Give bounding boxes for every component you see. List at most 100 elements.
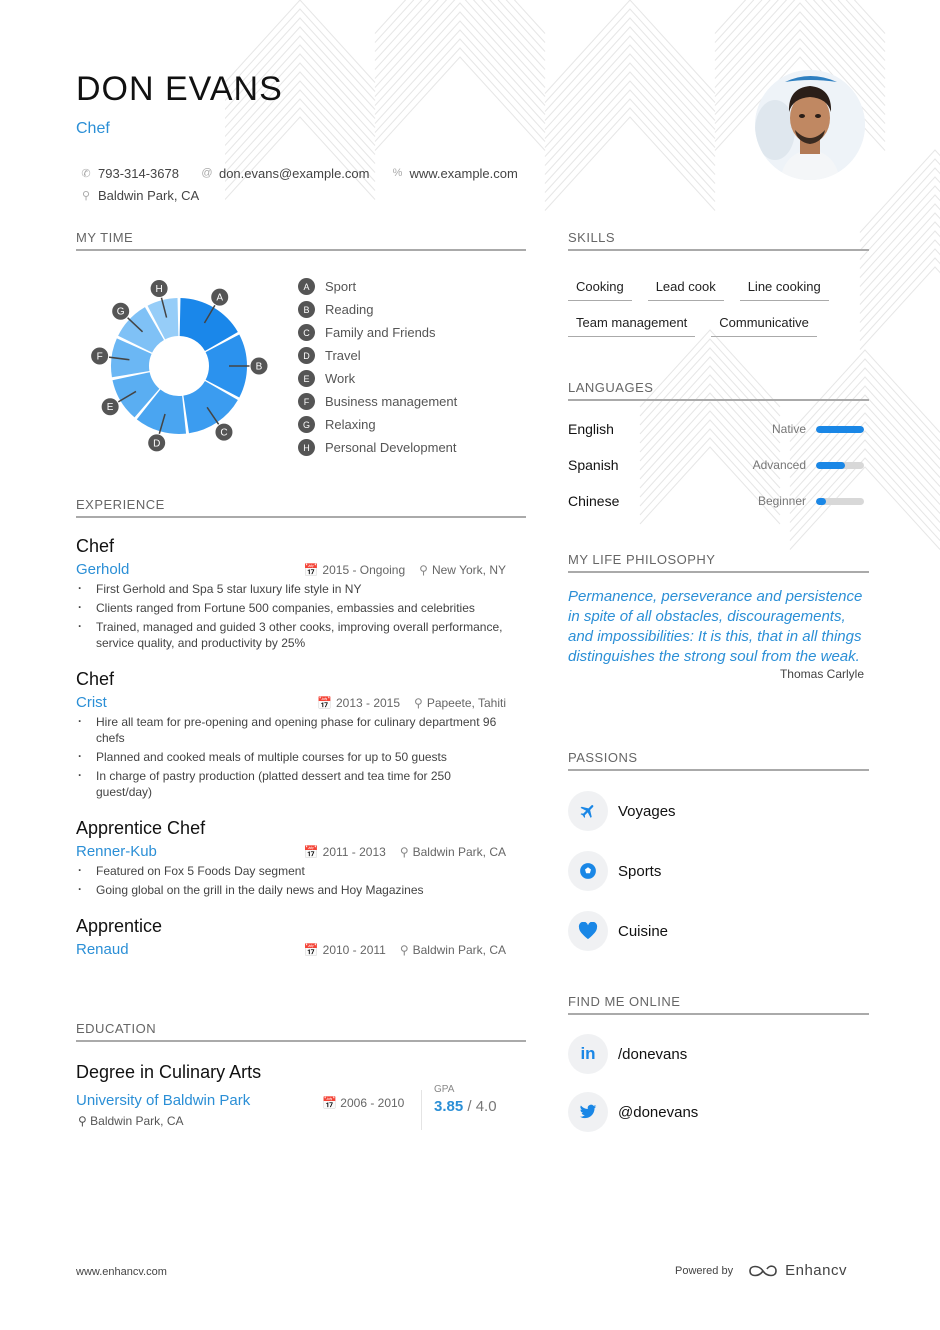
job-date-location: 📅 2010 - 2011 ⚲ Baldwin Park, CA <box>304 943 506 957</box>
job-meta: Renner-Kub 📅 2011 - 2013 ⚲ Baldwin Park, CA <box>76 843 526 860</box>
legend-label: Reading <box>325 302 374 317</box>
gpa-divider <box>421 1090 422 1130</box>
legend-item: B Reading <box>298 298 457 321</box>
location-pin-icon: ⚲ <box>81 189 91 202</box>
company-name: Crist <box>76 694 107 711</box>
job-bullet: Hire all team for pre-opening and openin… <box>76 713 526 746</box>
legend-label: Family and Friends <box>325 325 436 340</box>
section-title-languages: LANGUAGES <box>568 380 869 401</box>
passion-label: Voyages <box>618 802 676 820</box>
school-name: University of Baldwin Park <box>76 1092 251 1109</box>
online-profile-list: in/donevans @donevans <box>568 1025 869 1141</box>
job-entry: Chef Gerhold 📅2015 - Ongoing ⚲New York, NY F… <box>76 536 526 651</box>
online-profile-handle[interactable]: @donevans <box>618 1104 698 1121</box>
location-pin-icon: ⚲ <box>399 844 409 859</box>
skill-tag: Lead cook <box>647 277 724 301</box>
language-name: Spanish <box>568 457 619 473</box>
footer-site-link[interactable]: www.enhancv.com <box>76 1266 167 1278</box>
section-title-education: EDUCATION <box>76 1021 526 1042</box>
passions-section: PASSIONS Voyages Sports Cuisine <box>568 750 869 961</box>
passion-item: Voyages <box>568 781 869 841</box>
company-name: Gerhold <box>76 561 130 578</box>
language-list: English Native Spanish Advanced Chinese Begin… <box>568 411 869 519</box>
legend-item: D Travel <box>298 344 457 367</box>
school-location: ⚲ Baldwin Park, CA <box>78 1114 184 1128</box>
passion-item: Cuisine <box>568 901 869 961</box>
job-title: Apprentice Chef <box>76 818 206 838</box>
linkedin-icon: in <box>568 1034 608 1074</box>
company-name: Renaud <box>76 941 129 958</box>
enhancv-logo[interactable]: Enhancv <box>747 1262 847 1279</box>
job-location: ⚲ Baldwin Park, CA <box>400 845 506 859</box>
job-bullet: Clients ranged from Fortune 500 companie… <box>76 599 526 616</box>
job-dates-text: 2015 - Ongoing <box>322 562 406 577</box>
school-location-text: Baldwin Park, CA <box>90 1114 184 1128</box>
calendar-icon: 📅 <box>303 562 319 577</box>
education-dates-text: 2006 - 2010 <box>340 1096 405 1110</box>
legend-key-badge: B <box>298 301 315 318</box>
location-pin-icon: ⚲ <box>414 695 423 710</box>
brand-name: Enhancv <box>785 1262 847 1279</box>
language-name: English <box>568 421 614 437</box>
enhancv-infinity-icon <box>749 1264 777 1276</box>
donut-label-letter: A <box>216 293 223 304</box>
legend-key-badge: G <box>298 416 315 433</box>
language-row: Spanish Advanced <box>568 447 869 483</box>
job-bullets: First Gerhold and Spa 5 star luxury life… <box>76 580 526 651</box>
languages-section: LANGUAGES English Native Spanish Advanced Ch… <box>568 380 869 519</box>
job-date-location: 📅 2013 - 2015 ⚲ Papeete, Tahiti <box>317 696 506 710</box>
language-level: Advanced <box>752 458 806 472</box>
location-pin-icon: ⚲ <box>399 942 409 957</box>
email-contact[interactable]: @ don.evans@example.com <box>201 166 370 181</box>
legend-label: Work <box>325 371 356 386</box>
gpa-score: 3.85 <box>434 1098 464 1115</box>
website-contact[interactable]: % www.example.com <box>391 166 518 181</box>
legend-item: F Business management <box>298 390 457 413</box>
online-profile-item[interactable]: in/donevans <box>568 1025 869 1083</box>
job-location-text: New York, NY <box>431 562 506 577</box>
calendar-icon: 📅 <box>303 844 319 859</box>
calendar-icon: 📅 <box>317 695 332 710</box>
passion-item: Sports <box>568 841 869 901</box>
email-address[interactable]: don.evans@example.com <box>219 166 370 181</box>
job-title: Apprentice <box>76 916 163 936</box>
legend-key-badge: E <box>298 370 315 387</box>
job-bullet: Going global on the grill in the daily n… <box>76 881 526 898</box>
donut-label-letter: C <box>220 428 227 439</box>
passion-list: Voyages Sports Cuisine <box>568 781 869 961</box>
experience-section: EXPERIENCE Chef Gerhold 📅 2015 - Ongoing ⚲ Ne… <box>76 497 526 958</box>
legend-item: G Relaxing <box>298 413 457 436</box>
job-bullets: Featured on Fox 5 Foods Day segment Going… <box>76 862 526 898</box>
degree-title: Degree in Culinary Arts <box>76 1062 262 1082</box>
passion-label: Sports <box>618 862 662 880</box>
website-link[interactable]: www.example.com <box>409 166 517 181</box>
donut-label-letter: F <box>97 351 103 362</box>
online-profile-item[interactable]: @donevans <box>568 1083 869 1141</box>
candidate-role: Chef <box>76 120 110 137</box>
job-location-text: Baldwin Park, CA <box>412 942 506 957</box>
job-dates-text: 2010 - 2011 <box>322 942 386 957</box>
skill-tag: Team management <box>568 313 696 337</box>
phone-number: 793-314-3678 <box>98 165 179 181</box>
job-date-location: 📅 2015 - Ongoing ⚲ New York, NY <box>303 563 506 577</box>
avatar-illustration <box>755 70 865 180</box>
legend-item: E Work <box>298 367 457 390</box>
section-title-skills: SKILLS <box>568 230 869 251</box>
gpa-max: 4.0 <box>475 1098 497 1115</box>
language-row: Chinese Beginner <box>568 483 869 519</box>
job-dates-text: 2013 - 2015 <box>335 695 401 710</box>
online-profile-handle[interactable]: /donevans <box>618 1046 687 1063</box>
job-bullets: Hire all team for pre-opening and openin… <box>76 713 526 800</box>
job-bullet: First Gerhold and Spa 5 star luxury life… <box>76 580 526 597</box>
donut-label-letter: H <box>155 284 162 295</box>
my-time-section: MY TIME ABCDEFGH A Sport B Reading C Family a… <box>76 230 526 481</box>
legend-label: Relaxing <box>325 417 376 432</box>
job-bullet: Featured on Fox 5 Foods Day segment <box>76 862 526 879</box>
language-level: Native <box>771 422 806 436</box>
calendar-icon: 📅 <box>322 1096 337 1110</box>
twitter-icon <box>568 1092 608 1132</box>
powered-by-label: Powered by <box>675 1264 734 1277</box>
location-text: Baldwin Park, CA <box>98 187 200 203</box>
donut-label-letter: D <box>153 438 160 449</box>
legend-label: Travel <box>325 348 361 363</box>
